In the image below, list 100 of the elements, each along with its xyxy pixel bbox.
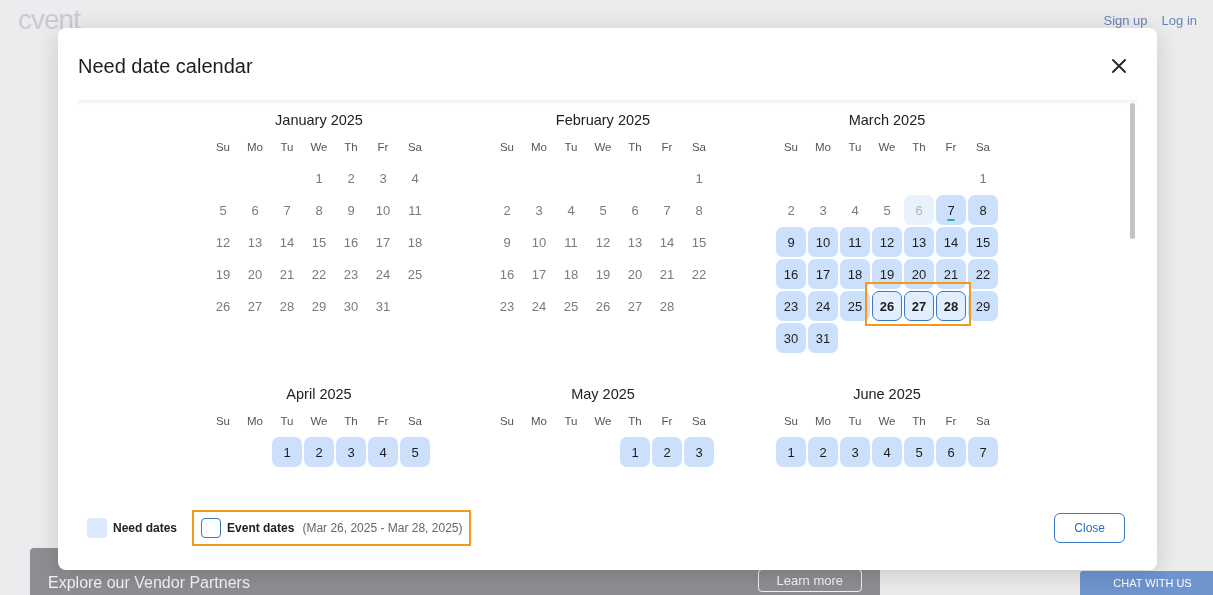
calendar-day[interactable]: 4 [400, 163, 430, 193]
calendar-day[interactable]: 9 [492, 227, 522, 257]
calendar-day[interactable]: 1 [684, 163, 714, 193]
calendar-day[interactable]: 4 [840, 195, 870, 225]
calendar-day[interactable]: 4 [368, 437, 398, 467]
calendar-day[interactable]: 4 [872, 437, 902, 467]
calendar-day[interactable]: 5 [588, 195, 618, 225]
close-icon[interactable] [1112, 59, 1126, 73]
calendar-day[interactable]: 3 [840, 437, 870, 467]
calendar-day[interactable]: 23 [492, 291, 522, 321]
calendar-day[interactable]: 18 [556, 259, 586, 289]
calendar-day[interactable]: 11 [556, 227, 586, 257]
calendar-day[interactable]: 22 [968, 259, 998, 289]
calendar-day[interactable]: 23 [336, 259, 366, 289]
calendar-day[interactable]: 3 [368, 163, 398, 193]
calendar-day[interactable]: 11 [840, 227, 870, 257]
calendar-day[interactable]: 21 [652, 259, 682, 289]
calendar-day[interactable]: 15 [684, 227, 714, 257]
calendar-day[interactable]: 25 [840, 291, 870, 321]
calendar-day[interactable]: 14 [936, 227, 966, 257]
calendar-day[interactable]: 9 [776, 227, 806, 257]
calendar-day[interactable]: 10 [368, 195, 398, 225]
calendar-day[interactable]: 22 [684, 259, 714, 289]
calendar-day[interactable]: 24 [368, 259, 398, 289]
calendar-day[interactable]: 27 [904, 291, 934, 321]
calendar-day[interactable]: 2 [808, 437, 838, 467]
calendar-day[interactable]: 10 [524, 227, 554, 257]
calendar-day[interactable]: 2 [652, 437, 682, 467]
calendar-day[interactable]: 5 [400, 437, 430, 467]
calendar-day[interactable]: 10 [808, 227, 838, 257]
calendar-day[interactable]: 3 [336, 437, 366, 467]
calendar-day[interactable]: 25 [400, 259, 430, 289]
calendar-day[interactable]: 15 [304, 227, 334, 257]
calendar-day[interactable]: 20 [620, 259, 650, 289]
calendar-day[interactable]: 26 [872, 291, 902, 321]
calendar-day[interactable]: 24 [808, 291, 838, 321]
calendar-day[interactable]: 18 [840, 259, 870, 289]
calendar-day[interactable]: 12 [588, 227, 618, 257]
header-link[interactable]: Sign up [1103, 12, 1148, 28]
calendar-day[interactable]: 21 [936, 259, 966, 289]
calendar-day[interactable]: 1 [620, 437, 650, 467]
calendar-day[interactable]: 24 [524, 291, 554, 321]
calendar-day[interactable]: 7 [968, 437, 998, 467]
calendar-day[interactable]: 28 [272, 291, 302, 321]
calendar-day[interactable]: 27 [240, 291, 270, 321]
calendar-day[interactable]: 12 [208, 227, 238, 257]
calendar-day[interactable]: 4 [556, 195, 586, 225]
chat-button[interactable]: CHAT WITH US [1080, 571, 1213, 595]
calendar-day[interactable]: 23 [776, 291, 806, 321]
calendar-day[interactable]: 17 [368, 227, 398, 257]
scrollbar-thumb[interactable] [1130, 103, 1135, 239]
calendar-day[interactable]: 8 [684, 195, 714, 225]
calendar-day[interactable]: 5 [208, 195, 238, 225]
calendar-day[interactable]: 6 [620, 195, 650, 225]
calendar-day[interactable]: 20 [904, 259, 934, 289]
calendar-day[interactable]: 19 [588, 259, 618, 289]
calendar-day[interactable]: 29 [304, 291, 334, 321]
calendar-day[interactable]: 21 [272, 259, 302, 289]
calendar-day[interactable]: 1 [272, 437, 302, 467]
calendar-day[interactable]: 13 [240, 227, 270, 257]
calendar-day[interactable]: 29 [968, 291, 998, 321]
calendar-day[interactable]: 3 [808, 195, 838, 225]
calendar-day[interactable]: 14 [272, 227, 302, 257]
calendar-day[interactable]: 5 [904, 437, 934, 467]
calendar-day[interactable]: 13 [904, 227, 934, 257]
calendar-day[interactable]: 18 [400, 227, 430, 257]
calendar-day[interactable]: 31 [808, 323, 838, 353]
calendar-day[interactable]: 7 [936, 195, 966, 225]
calendar-day[interactable]: 2 [492, 195, 522, 225]
calendar-day[interactable]: 25 [556, 291, 586, 321]
calendar-day[interactable]: 8 [968, 195, 998, 225]
calendar-day[interactable]: 26 [588, 291, 618, 321]
calendar-day[interactable]: 16 [336, 227, 366, 257]
calendar-day[interactable]: 6 [240, 195, 270, 225]
calendar-day[interactable]: 22 [304, 259, 334, 289]
calendar-day[interactable]: 19 [872, 259, 902, 289]
calendar-day[interactable]: 26 [208, 291, 238, 321]
calendar-day[interactable]: 5 [872, 195, 902, 225]
calendar-day[interactable]: 17 [808, 259, 838, 289]
calendar-day[interactable]: 1 [776, 437, 806, 467]
calendar-day[interactable]: 3 [684, 437, 714, 467]
calendar-day[interactable]: 7 [652, 195, 682, 225]
calendar-day[interactable]: 13 [620, 227, 650, 257]
calendar-day[interactable]: 30 [336, 291, 366, 321]
header-link[interactable]: Log in [1161, 12, 1197, 28]
calendar-day[interactable]: 27 [620, 291, 650, 321]
calendar-day[interactable]: 20 [240, 259, 270, 289]
calendar-day[interactable]: 8 [304, 195, 334, 225]
calendar-day[interactable]: 9 [336, 195, 366, 225]
calendar-day[interactable]: 28 [936, 291, 966, 321]
calendar-day[interactable]: 11 [400, 195, 430, 225]
calendar-day[interactable]: 16 [776, 259, 806, 289]
calendar-day[interactable]: 28 [652, 291, 682, 321]
calendar-day[interactable]: 15 [968, 227, 998, 257]
calendar-day[interactable]: 30 [776, 323, 806, 353]
calendar-day[interactable]: 16 [492, 259, 522, 289]
calendar-day[interactable]: 1 [968, 163, 998, 193]
calendar-day[interactable]: 19 [208, 259, 238, 289]
calendar-day[interactable]: 31 [368, 291, 398, 321]
calendar-day[interactable]: 3 [524, 195, 554, 225]
